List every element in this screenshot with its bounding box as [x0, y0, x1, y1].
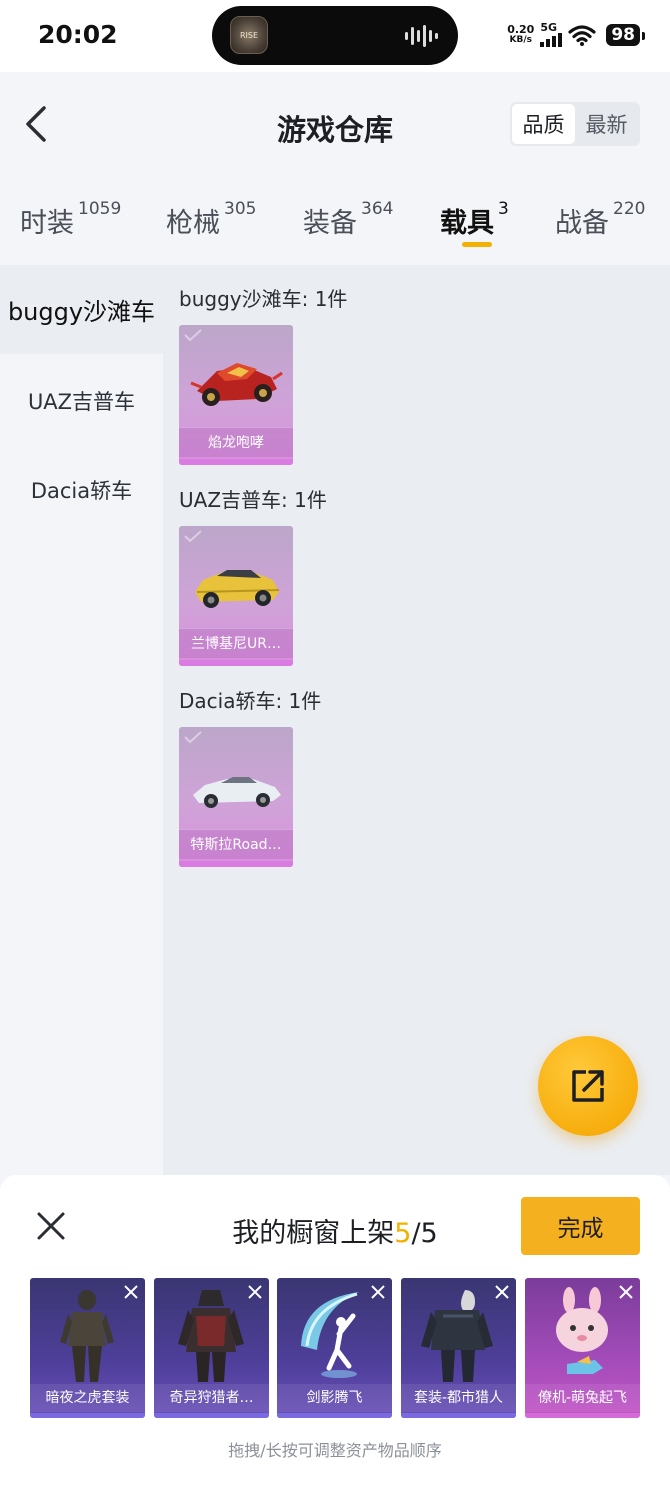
- item-card-dacia[interactable]: 特斯拉Road…: [179, 727, 293, 867]
- audio-wave-icon: [405, 25, 438, 47]
- checkmark-icon: [184, 731, 202, 744]
- red-buggy-icon: [190, 363, 283, 406]
- quality-bar: [179, 660, 293, 666]
- showcase-item-name: 套装-都市猎人: [401, 1384, 516, 1412]
- tab-equipment[interactable]: 装备 364: [303, 199, 393, 240]
- tab-battle-gear[interactable]: 战备 220: [555, 199, 645, 240]
- status-bar: 20:02 RISE 0.20 KB/s 5G 98: [0, 0, 670, 72]
- page-header: 游戏仓库 品质 最新: [0, 72, 670, 177]
- sidebar-item-dacia[interactable]: Dacia轿车: [0, 445, 163, 534]
- item-name: 特斯拉Road…: [179, 829, 293, 859]
- showcase-item[interactable]: 暗夜之虎套装: [30, 1278, 145, 1418]
- quality-bar: [154, 1413, 269, 1418]
- sword-dance-icon: [301, 1292, 359, 1378]
- tab-vehicles[interactable]: 载具 3: [440, 199, 509, 240]
- sort-quality-option[interactable]: 品质: [512, 104, 575, 144]
- rise-app-icon: RISE: [230, 16, 268, 54]
- remove-icon[interactable]: [245, 1282, 265, 1302]
- quality-bar: [401, 1413, 516, 1418]
- item-card-uaz[interactable]: 兰博基尼UR…: [179, 526, 293, 666]
- urban-hunter-outfit-icon: [421, 1290, 493, 1382]
- status-indicators: 0.20 KB/s 5G 98: [507, 22, 645, 47]
- done-button[interactable]: 完成: [521, 1197, 640, 1255]
- share-fab-button[interactable]: [538, 1036, 638, 1136]
- remove-icon[interactable]: [492, 1282, 512, 1302]
- remove-icon[interactable]: [368, 1282, 388, 1302]
- tab-weapons[interactable]: 枪械 305: [166, 199, 256, 240]
- showcase-item[interactable]: 套装-都市猎人: [401, 1278, 516, 1418]
- dynamic-island[interactable]: RISE: [212, 6, 458, 65]
- category-tabs: 时装 1059 枪械 305 装备 364 载具 3 战备 220: [0, 177, 670, 265]
- wifi-icon: [568, 24, 596, 46]
- remove-icon[interactable]: [121, 1282, 141, 1302]
- showcase-item[interactable]: 剑影腾飞: [277, 1278, 392, 1418]
- showcase-item-name: 暗夜之虎套装: [30, 1384, 145, 1412]
- yellow-suv-icon: [195, 570, 280, 608]
- status-time: 20:02: [38, 20, 118, 49]
- sidebar-item-uaz[interactable]: UAZ吉普车: [0, 356, 163, 445]
- quality-bar: [179, 459, 293, 465]
- share-external-icon: [572, 1070, 604, 1102]
- vehicle-category-sidebar: buggy沙滩车 UAZ吉普车 Dacia轿车: [0, 265, 163, 1175]
- sidebar-item-buggy[interactable]: buggy沙滩车: [0, 265, 163, 354]
- reorder-hint: 拖拽/长按可调整资产物品顺序: [228, 1441, 442, 1460]
- remove-icon[interactable]: [616, 1282, 636, 1302]
- showcase-item[interactable]: 僚机-萌兔起飞: [525, 1278, 640, 1418]
- showcase-item[interactable]: 奇异狩猎者…: [154, 1278, 269, 1418]
- group-title-buggy: buggy沙滩车: 1件: [179, 287, 348, 311]
- hunter-outfit-icon: [178, 1290, 244, 1382]
- group-title-uaz: UAZ吉普车: 1件: [179, 488, 327, 512]
- showcase-item-name: 剑影腾飞: [277, 1384, 392, 1412]
- item-name: 兰博基尼UR…: [179, 628, 293, 658]
- showcase-item-name: 僚机-萌兔起飞: [525, 1384, 640, 1412]
- night-tiger-outfit-icon: [60, 1290, 114, 1382]
- quality-bar: [525, 1413, 640, 1418]
- battery-indicator: 98: [606, 23, 645, 46]
- net-speed: 0.20 KB/s: [507, 22, 535, 45]
- group-title-dacia: Dacia轿车: 1件: [179, 689, 322, 713]
- quality-bar: [30, 1413, 145, 1418]
- showcase-panel: 我的橱窗上架5/5 完成 暗夜之虎套装 奇异狩猎者… 剑影腾飞 套装-都市猎人 …: [0, 1175, 670, 1489]
- quality-bar: [277, 1413, 392, 1418]
- bunny-plane-icon: [556, 1287, 608, 1374]
- sort-newest-option[interactable]: 最新: [575, 104, 638, 144]
- tab-fashion[interactable]: 时装 1059: [20, 199, 121, 240]
- showcase-items: 暗夜之虎套装 奇异狩猎者… 剑影腾飞 套装-都市猎人 僚机-萌兔起飞: [30, 1278, 640, 1418]
- checkmark-icon: [184, 329, 202, 342]
- sort-toggle: 品质 最新: [510, 102, 640, 146]
- item-card-buggy[interactable]: 焰龙咆哮: [179, 325, 293, 465]
- checkmark-icon: [184, 530, 202, 543]
- quality-bar: [179, 861, 293, 867]
- active-tab-indicator: [462, 242, 492, 247]
- white-roadster-icon: [193, 777, 281, 808]
- item-name: 焰龙咆哮: [179, 427, 293, 457]
- showcase-item-name: 奇异狩猎者…: [154, 1384, 269, 1412]
- cell-signal-icon: 5G: [540, 22, 563, 47]
